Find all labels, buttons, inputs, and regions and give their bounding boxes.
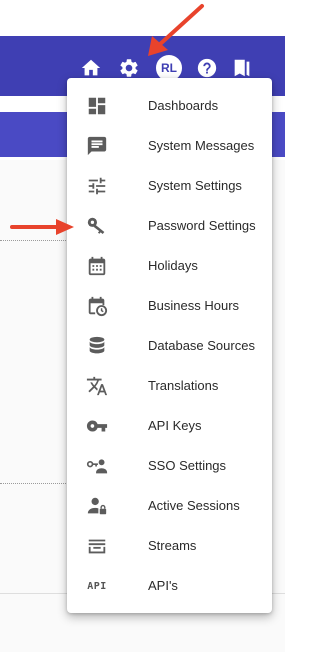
translate-icon: [85, 374, 109, 398]
menu-item-label: Database Sources: [148, 338, 255, 353]
menu-item-database-sources[interactable]: Database Sources: [67, 326, 272, 366]
menu-item-label: API's: [148, 578, 178, 593]
calendar-clock-icon: [85, 294, 109, 318]
menu-item-streams[interactable]: Streams: [67, 526, 272, 566]
dotted-divider: [0, 240, 70, 241]
menu-item-system-settings[interactable]: System Settings: [67, 166, 272, 206]
menu-item-active-sessions[interactable]: Active Sessions: [67, 486, 272, 526]
person-lock-icon: [85, 494, 109, 518]
menu-item-password-settings[interactable]: Password Settings: [67, 206, 272, 246]
menu-item-label: Translations: [148, 378, 219, 393]
menu-item-system-messages[interactable]: System Messages: [67, 126, 272, 166]
menu-item-apis[interactable]: API API's: [67, 566, 272, 606]
dashboard-icon: [85, 94, 109, 118]
database-icon: [85, 334, 109, 358]
menu-item-label: SSO Settings: [148, 458, 227, 473]
menu-item-label: Password Settings: [148, 218, 256, 233]
menu-item-holidays[interactable]: Holidays: [67, 246, 272, 286]
menu-item-label: Holidays: [148, 258, 198, 273]
api-icon-text: API: [87, 580, 107, 592]
menu-item-label: System Settings: [148, 178, 242, 193]
vpn-key-icon: [85, 414, 109, 438]
sso-key-person-icon: [85, 454, 109, 478]
dotted-divider: [0, 483, 70, 484]
annotation-arrow-icon: [148, 4, 204, 56]
gear-icon[interactable]: [117, 56, 141, 80]
tune-icon: [85, 174, 109, 198]
menu-item-label: API Keys: [148, 418, 202, 433]
admin-settings-menu: Dashboards System Messages System Settin…: [67, 78, 272, 613]
menu-item-dashboards[interactable]: Dashboards: [67, 86, 272, 126]
menu-item-label: Business Hours: [148, 298, 240, 313]
calendar-icon: [85, 254, 109, 278]
menu-item-label: Active Sessions: [148, 498, 240, 513]
menu-item-api-keys[interactable]: API Keys: [67, 406, 272, 446]
menu-item-translations[interactable]: Translations: [67, 366, 272, 406]
menu-item-label: Dashboards: [148, 98, 219, 113]
menu-item-sso-settings[interactable]: SSO Settings: [67, 446, 272, 486]
menu-item-label: Streams: [148, 538, 197, 553]
annotation-arrow-icon: [10, 219, 74, 235]
inbox-stack-icon: [85, 534, 109, 558]
avatar-initials: RL: [161, 61, 177, 75]
api-text-icon: API: [85, 574, 109, 598]
menu-item-label: System Messages: [148, 138, 255, 153]
menu-item-business-hours[interactable]: Business Hours: [67, 286, 272, 326]
key-icon: [85, 214, 109, 238]
home-icon[interactable]: [79, 56, 103, 80]
message-icon: [85, 134, 109, 158]
bookmark-icon[interactable]: [230, 56, 254, 80]
